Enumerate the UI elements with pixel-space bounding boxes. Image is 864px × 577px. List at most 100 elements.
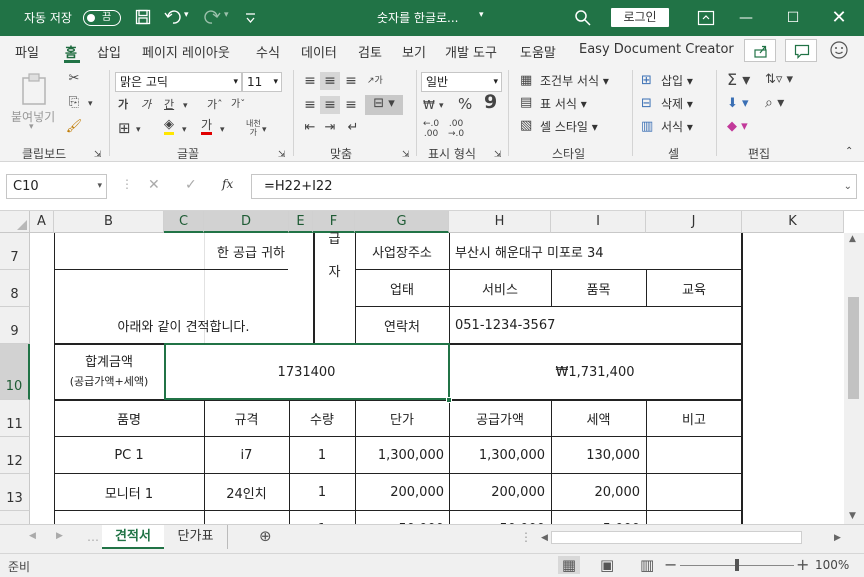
- sort-filter-icon[interactable]: ⇅▿ ▾: [765, 71, 793, 89]
- underline-dropdown-icon[interactable]: ▾: [183, 97, 188, 115]
- title-dropdown-icon[interactable]: ▾: [479, 10, 484, 20]
- cell-b9[interactable]: 아래와 같이 견적합니다.: [54, 307, 313, 343]
- table-cell[interactable]: 50,000: [355, 511, 445, 525]
- format-table-button[interactable]: 표 서식 ▾: [540, 95, 587, 112]
- name-box[interactable]: C10 ▾: [6, 174, 107, 199]
- smiley-feedback-icon[interactable]: [829, 40, 849, 60]
- font-name-select[interactable]: 맑은 고딕 ▾: [115, 72, 242, 92]
- delete-cells-icon[interactable]: ⊟: [641, 95, 652, 113]
- clear-icon[interactable]: ◆ ▾: [727, 118, 748, 136]
- collapse-ribbon-icon[interactable]: ⌃: [845, 143, 853, 161]
- sheet-tab-price-list[interactable]: 단가표: [164, 525, 228, 549]
- underline-icon[interactable]: 간: [164, 96, 174, 114]
- currency-dropdown-icon[interactable]: ▾: [439, 97, 444, 115]
- copy-icon[interactable]: ⎘: [64, 94, 84, 112]
- more-commands-icon[interactable]: [243, 10, 259, 26]
- table-cell[interactable]: [646, 474, 742, 510]
- table-cell[interactable]: 1: [289, 474, 355, 510]
- orientation-icon[interactable]: ↗가: [367, 72, 383, 90]
- save-icon[interactable]: [135, 9, 151, 25]
- comments-button[interactable]: [785, 39, 817, 62]
- fill-color-icon[interactable]: ◈: [164, 118, 174, 135]
- header-spec[interactable]: 규격: [204, 401, 289, 436]
- tab-easy-document-creator[interactable]: Easy Document Creator: [579, 42, 734, 57]
- page-break-icon[interactable]: ▥: [640, 556, 654, 574]
- column-header-g[interactable]: G: [355, 211, 449, 233]
- align-left-icon[interactable]: ≡: [300, 96, 320, 114]
- document-title[interactable]: 숫자를 한글로...: [377, 9, 459, 26]
- find-select-icon[interactable]: ⌕ ▾: [765, 94, 784, 112]
- table-cell[interactable]: 200,000: [355, 474, 444, 510]
- cell-j8[interactable]: 교육: [646, 270, 742, 306]
- insert-function-icon[interactable]: fx: [222, 177, 233, 191]
- maximize-icon[interactable]: ☐: [780, 6, 806, 30]
- scroll-left-icon[interactable]: ◀: [541, 533, 548, 543]
- tab-split-icon[interactable]: ⋮: [520, 530, 532, 544]
- close-icon[interactable]: ✕: [826, 6, 852, 30]
- tab-formulas[interactable]: 수식: [256, 42, 280, 61]
- align-right-icon[interactable]: ≡: [341, 96, 361, 114]
- zoom-slider[interactable]: [735, 559, 739, 571]
- decrease-decimal-icon[interactable]: .00 →.0: [448, 119, 464, 139]
- comma-icon[interactable]: 9: [484, 93, 497, 112]
- currency-icon[interactable]: ₩: [423, 96, 435, 114]
- tab-page-layout[interactable]: 페이지 레이아웃: [142, 42, 230, 61]
- zoom-out-icon[interactable]: −: [664, 555, 677, 574]
- bold-icon[interactable]: 가: [118, 96, 128, 114]
- undo-dropdown-icon[interactable]: ▾: [184, 10, 189, 20]
- redo-icon[interactable]: [203, 9, 221, 25]
- copy-dropdown-icon[interactable]: ▾: [88, 95, 93, 113]
- increase-indent-icon[interactable]: ⇥: [320, 119, 340, 137]
- font-size-select[interactable]: 11 ▾: [242, 72, 282, 92]
- tab-review[interactable]: 검토: [358, 42, 382, 61]
- fill-icon[interactable]: ⬇ ▾: [727, 95, 749, 113]
- redo-dropdown-icon[interactable]: ▾: [224, 10, 229, 20]
- confirm-entry-icon[interactable]: ✓: [185, 177, 197, 193]
- cell-g8[interactable]: 업태: [355, 270, 449, 306]
- scroll-down-icon[interactable]: ▼: [849, 511, 856, 521]
- align-top-icon[interactable]: ≡: [300, 72, 320, 90]
- page-layout-icon[interactable]: ▣: [600, 556, 614, 574]
- select-all-corner[interactable]: [0, 211, 30, 233]
- increase-font-icon[interactable]: 가ˆ: [207, 96, 223, 114]
- scroll-thumb[interactable]: [848, 297, 859, 399]
- borders-icon[interactable]: ⊞: [118, 119, 131, 137]
- header-note[interactable]: 비고: [646, 401, 742, 436]
- paste-dropdown-icon[interactable]: ▾: [29, 122, 34, 132]
- column-header-d[interactable]: D: [204, 211, 289, 233]
- cell-h9[interactable]: 051-1234-3567: [455, 307, 741, 343]
- format-painter-icon[interactable]: 🖌: [64, 118, 84, 136]
- wrap-text-icon[interactable]: ↵: [343, 119, 363, 137]
- row-header-7[interactable]: 7: [0, 233, 30, 270]
- phonetic-dropdown-icon[interactable]: ▾: [262, 121, 267, 139]
- align-bottom-icon[interactable]: ≡: [341, 72, 361, 90]
- table-cell[interactable]: 기계식: [204, 511, 289, 525]
- row-header-11[interactable]: 11: [0, 400, 30, 437]
- cell-b7[interactable]: 한 공급 귀하: [54, 233, 285, 269]
- conditional-format-button[interactable]: 조건부 서식 ▾: [540, 72, 609, 89]
- header-item[interactable]: 품명: [54, 401, 204, 436]
- cut-icon[interactable]: ✂: [64, 70, 84, 88]
- table-cell[interactable]: 1,300,000: [355, 437, 444, 473]
- table-cell[interactable]: 키보드 2: [54, 511, 204, 525]
- header-unit-price[interactable]: 단가: [355, 401, 449, 436]
- tab-data[interactable]: 데이터: [301, 42, 337, 61]
- cell-i8[interactable]: 품목: [551, 270, 646, 306]
- format-table-icon[interactable]: ▤: [520, 94, 532, 112]
- font-color-icon[interactable]: 가: [201, 118, 213, 135]
- tab-help[interactable]: 도움말: [520, 42, 556, 61]
- table-cell[interactable]: 50,000: [449, 511, 546, 525]
- borders-dropdown-icon[interactable]: ▾: [136, 121, 141, 139]
- table-cell[interactable]: 130,000: [551, 437, 640, 473]
- next-sheet-icon[interactable]: ▶: [56, 531, 63, 541]
- cell-styles-icon[interactable]: ▧: [520, 117, 532, 135]
- tab-developer[interactable]: 개발 도구: [445, 42, 497, 61]
- table-cell[interactable]: 20,000: [551, 474, 641, 510]
- cell-h7[interactable]: 부산시 해운대구 미포로 34: [455, 233, 741, 269]
- header-qty[interactable]: 수량: [289, 401, 355, 436]
- paste-icon[interactable]: [18, 72, 52, 106]
- align-middle-icon[interactable]: ≡: [320, 72, 340, 90]
- italic-icon[interactable]: 가: [141, 96, 151, 114]
- table-cell[interactable]: [646, 511, 742, 524]
- login-button[interactable]: 로그인: [611, 8, 669, 27]
